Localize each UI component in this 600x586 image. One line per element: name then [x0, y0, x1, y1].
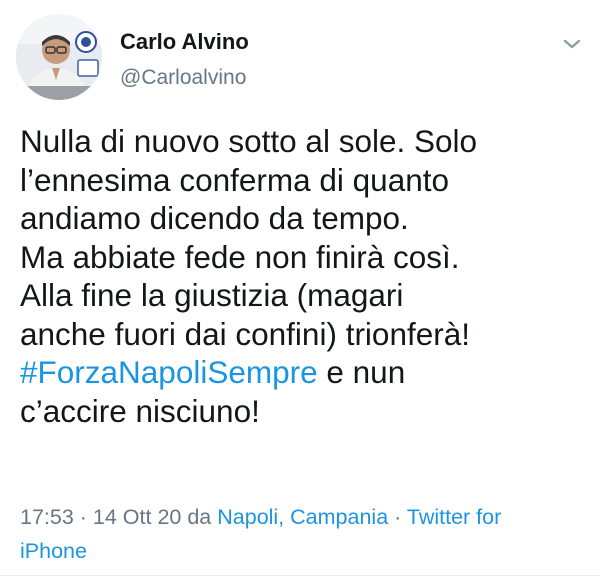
source-link[interactable]: Twitter for: [407, 505, 501, 529]
hashtag-link[interactable]: #ForzaNapoliSempre: [20, 354, 318, 390]
meta-separator: ·: [73, 505, 93, 529]
tweet-line: andiamo dicendo da tempo.: [20, 200, 409, 236]
tweet-line: c’accire nisciuno!: [20, 392, 260, 429]
tweet-line-hashtag: #ForzaNapoliSempre e nun: [20, 353, 590, 392]
tweet-line: l’ennesima conferma di quanto: [20, 161, 450, 198]
tweet-line: Nulla di nuovo sotto al sole. Solo: [20, 123, 478, 159]
meta-row: 17:53 · 14 Ott 20 da Napoli, Campania · …: [20, 500, 590, 534]
divider: [0, 575, 600, 576]
avatar-photo: [16, 14, 102, 100]
tweet-card: Carlo Alvino @Carloalvino Nulla di nuovo…: [0, 0, 600, 586]
user-name[interactable]: Carlo Alvino: [120, 29, 249, 55]
meta-separator: ·: [388, 505, 407, 529]
tweet-text: Nulla di nuovo sotto al sole. Solo l’enn…: [20, 122, 590, 430]
chevron-down-icon[interactable]: [560, 32, 584, 56]
tweet-date[interactable]: 14 Ott 20: [93, 505, 181, 529]
tweet-meta: 17:53 · 14 Ott 20 da Napoli, Campania · …: [20, 500, 590, 568]
source-link-continued[interactable]: iPhone: [20, 539, 87, 563]
meta-da: da: [181, 505, 218, 529]
location-link[interactable]: Napoli, Campania: [217, 505, 388, 529]
meta-row: iPhone: [20, 534, 590, 568]
avatar[interactable]: [16, 14, 102, 100]
user-handle[interactable]: @Carloalvino: [120, 66, 246, 90]
tweet-time[interactable]: 17:53: [20, 505, 74, 529]
tweet-line: Ma abbiate fede non finirà così.: [20, 238, 460, 275]
tweet-line: Alla fine la giustizia (magari: [20, 277, 404, 313]
tweet-text-fragment: e nun: [317, 354, 406, 390]
tweet-line: anche fuori dai confini) trionferà!: [20, 315, 470, 352]
